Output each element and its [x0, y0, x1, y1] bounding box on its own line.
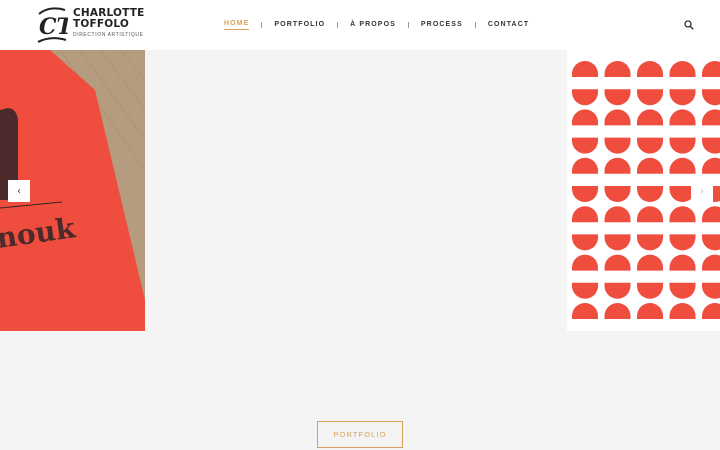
pattern-shape	[637, 303, 663, 319]
monogram-text: CT	[39, 14, 68, 40]
pattern-shape	[637, 186, 663, 202]
pattern-shape	[669, 109, 696, 126]
slider-prev-arrow[interactable]: ‹	[8, 180, 30, 202]
pattern-shape	[702, 89, 720, 106]
pattern-shape	[637, 157, 663, 174]
pattern-shape	[669, 157, 696, 174]
pattern-shape	[669, 254, 696, 271]
pattern-shape	[604, 157, 631, 174]
site-logo[interactable]: CT CHARLOTTE TOFFOLO DIRECTION ARTISTIQU…	[36, 4, 144, 48]
pattern-shape	[637, 61, 663, 77]
pattern-shape	[669, 89, 696, 106]
pattern-shape	[669, 303, 696, 319]
pattern-shape	[604, 186, 631, 203]
nav-item-contact[interactable]: CONTACT	[488, 21, 529, 30]
nav-separator	[407, 22, 409, 28]
pattern-shape	[604, 109, 631, 126]
search-icon[interactable]	[684, 20, 694, 30]
pattern-shape	[702, 157, 720, 174]
nav-separator	[474, 22, 476, 28]
pattern-shape	[669, 61, 696, 77]
nav-item-a-propos[interactable]: À PROPOS	[350, 21, 396, 30]
pattern-shape	[572, 89, 598, 106]
pattern-shape	[572, 234, 598, 251]
pattern-shape	[702, 206, 720, 223]
pattern-shape	[637, 89, 663, 106]
pattern-shape	[572, 186, 598, 202]
pattern-shape	[702, 137, 720, 154]
pattern-shape	[572, 137, 598, 154]
pattern-shape	[637, 206, 663, 223]
pattern-shape	[604, 282, 631, 299]
pattern-shape	[604, 137, 631, 154]
pattern-shape	[604, 89, 631, 106]
pattern-shape	[702, 234, 720, 251]
pattern-shape	[637, 282, 663, 299]
nav-item-process[interactable]: PROCESS	[421, 21, 463, 30]
pattern-shape	[669, 206, 696, 223]
pattern-shape	[669, 137, 696, 154]
pattern-shape	[604, 61, 631, 77]
pattern-shape	[669, 282, 696, 299]
pattern-shape	[702, 303, 720, 319]
pattern-shape	[604, 303, 631, 319]
pattern-shape	[572, 303, 598, 319]
main-nav: HOME PORTFOLIO À PROPOS PROCESS CONTACT	[224, 19, 529, 31]
pattern-shape	[637, 137, 663, 154]
pattern-shape	[572, 254, 598, 271]
pattern-shape	[604, 254, 631, 271]
pattern-shape	[572, 157, 598, 174]
brand-name: CHARLOTTE TOFFOLO	[73, 7, 145, 30]
pattern-shape	[572, 61, 598, 77]
pattern-shape	[637, 254, 663, 271]
pattern-shape	[702, 109, 720, 126]
site-header: CT CHARLOTTE TOFFOLO DIRECTION ARTISTIQU…	[0, 0, 720, 50]
nav-item-portfolio[interactable]: PORTFOLIO	[274, 21, 325, 30]
nav-separator	[337, 22, 339, 28]
pattern-shape	[604, 234, 631, 251]
pattern-shape	[702, 282, 720, 299]
portfolio-button[interactable]: PORTFOLIO	[317, 421, 403, 448]
brand-tagline: DIRECTION ARTISTIQUE	[73, 32, 144, 38]
pattern-shape	[572, 282, 598, 299]
nav-separator	[261, 22, 263, 28]
slider-next-arrow[interactable]: ›	[691, 180, 713, 202]
monogram-logo: CT	[37, 7, 68, 43]
pattern-shape	[637, 234, 663, 251]
pattern-shape	[702, 254, 720, 271]
pattern-shape	[572, 109, 598, 126]
nav-item-home[interactable]: HOME	[224, 20, 250, 30]
pattern-shape	[572, 206, 598, 223]
pattern-shape	[702, 61, 720, 77]
pattern-shape	[669, 234, 696, 251]
pattern-shape	[637, 109, 663, 126]
pattern-shape	[604, 206, 631, 223]
